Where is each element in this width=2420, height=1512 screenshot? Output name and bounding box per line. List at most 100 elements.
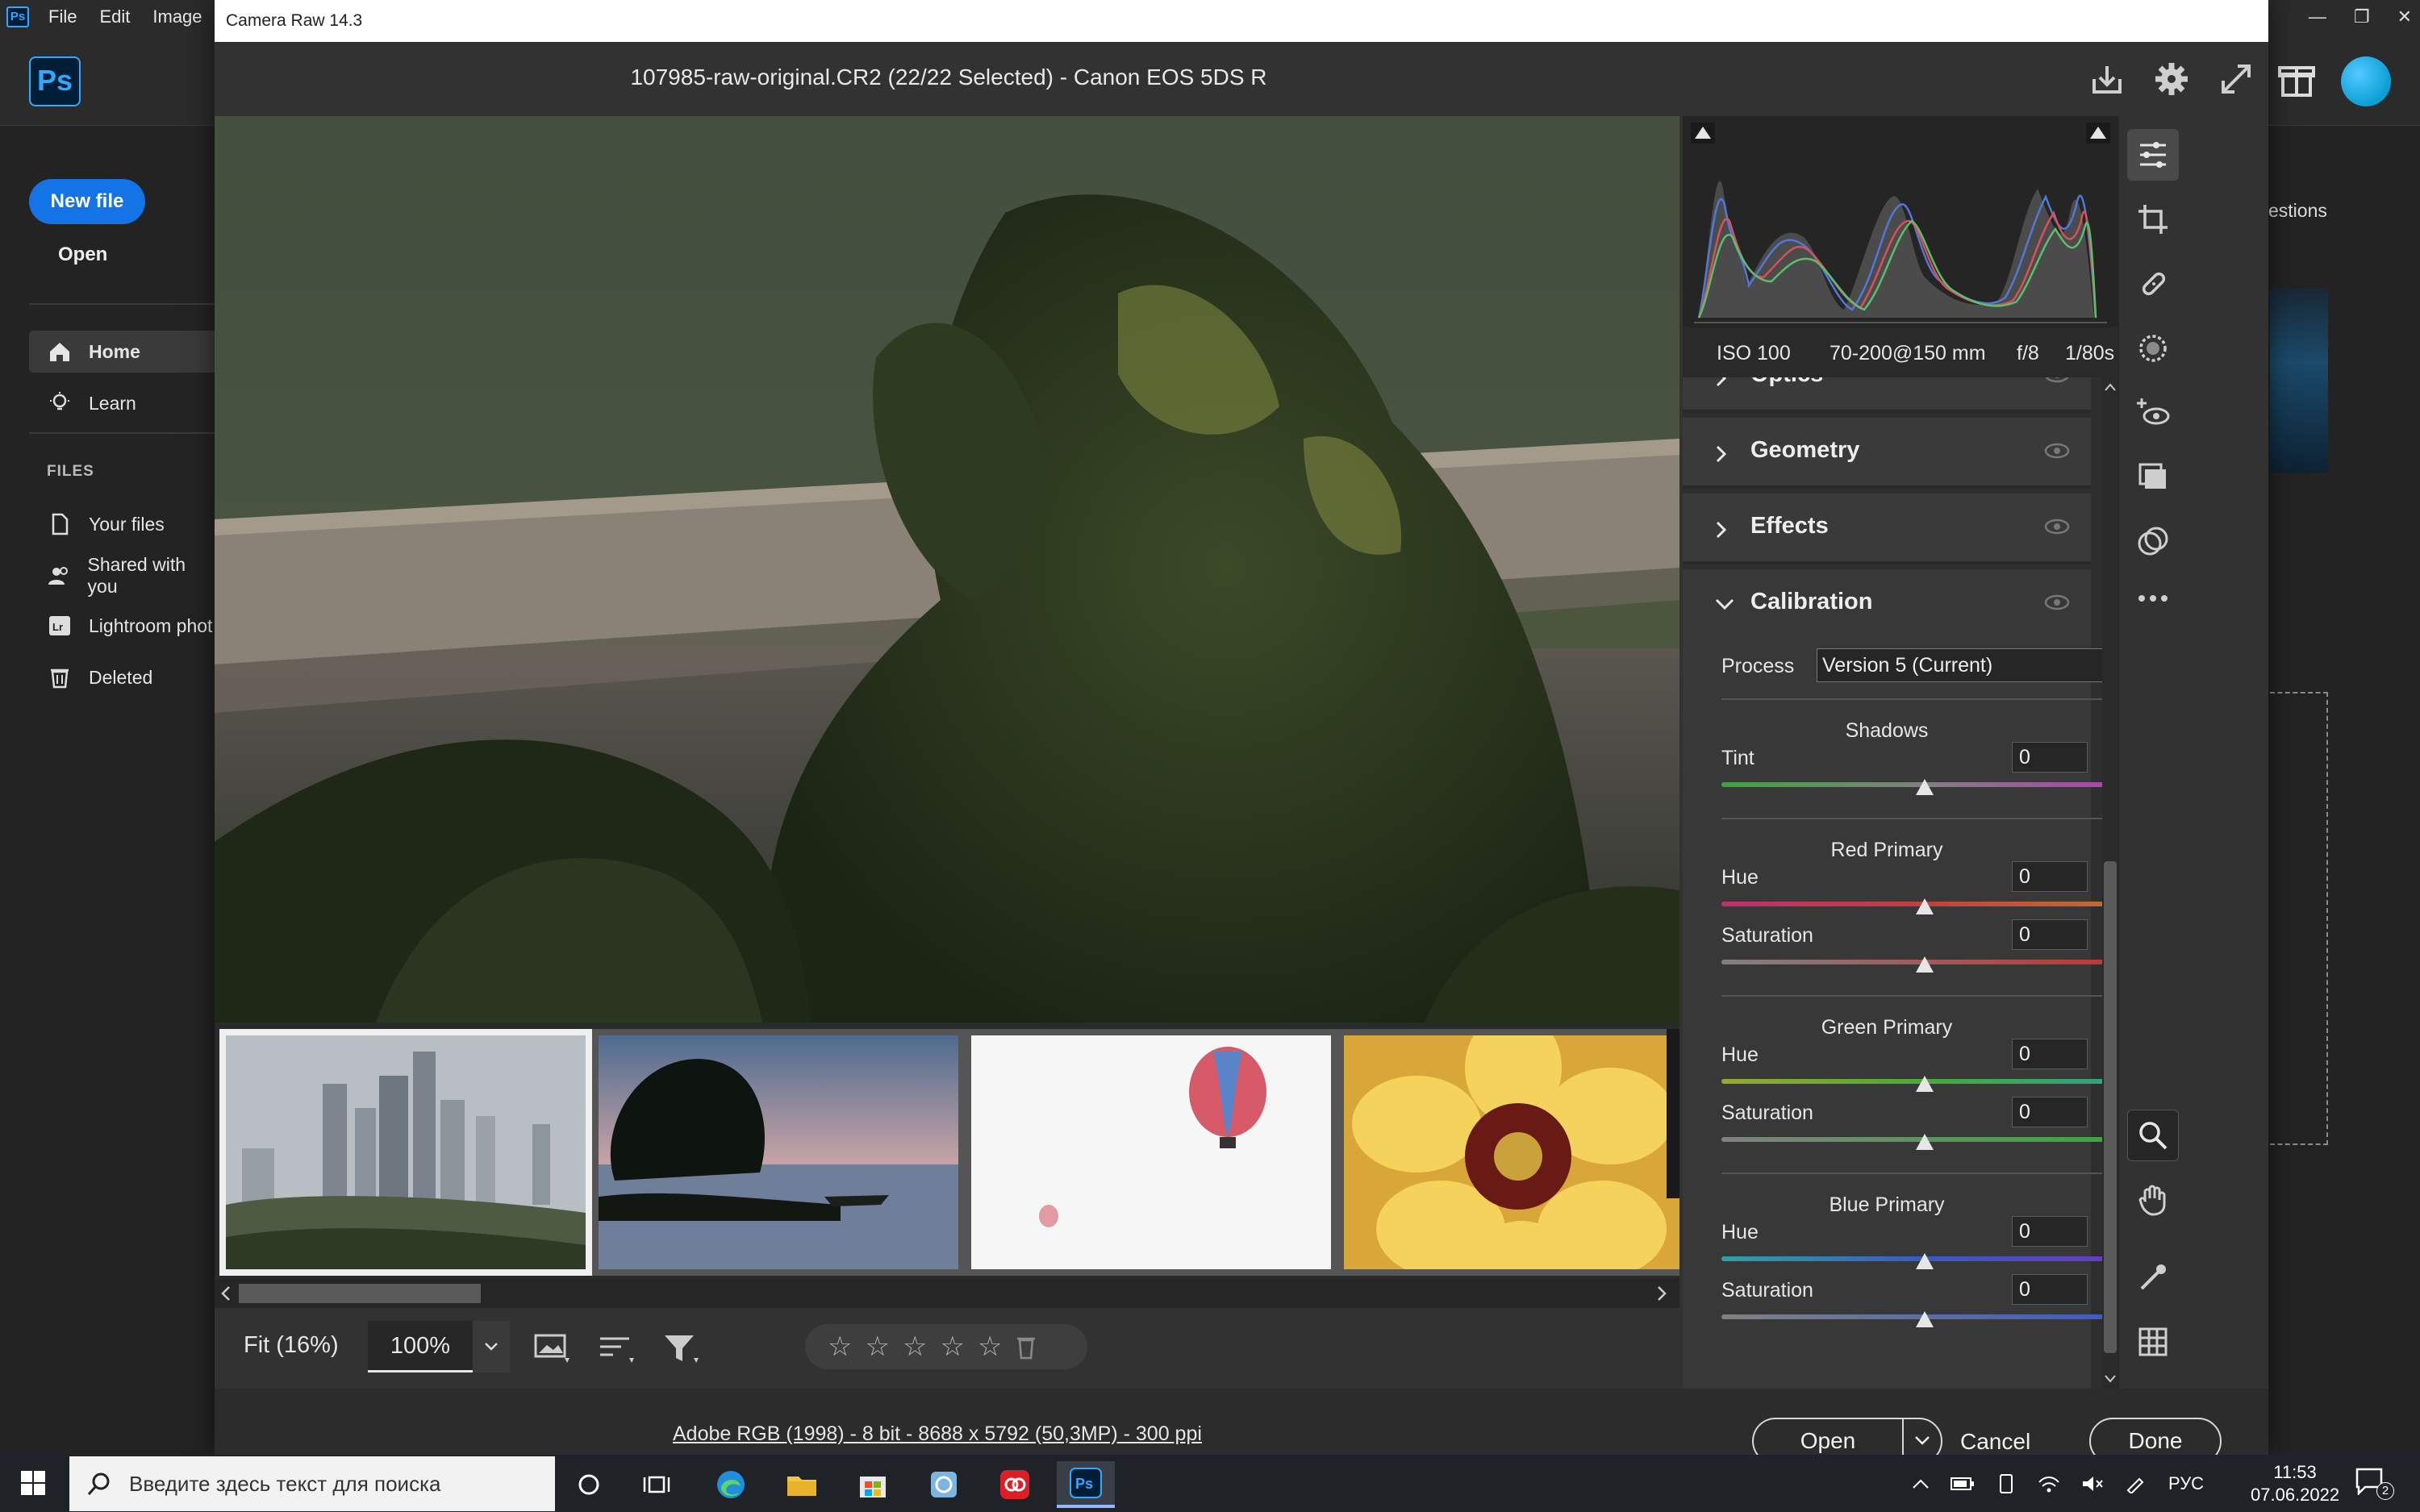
edit-panel-scrollbar[interactable] bbox=[2102, 377, 2118, 1389]
more-tools[interactable] bbox=[2127, 573, 2179, 624]
taskbar-search-box[interactable]: Введите здесь текст для поиска bbox=[69, 1456, 555, 1511]
red-hue-slider[interactable] bbox=[1721, 902, 2102, 906]
blue-saturation-slider-thumb[interactable] bbox=[1916, 1311, 1934, 1327]
chevron-right-icon[interactable] bbox=[1655, 1284, 1668, 1303]
sidebar-item-lightroom[interactable]: Lr Lightroom phot bbox=[29, 605, 215, 647]
gear-icon[interactable] bbox=[2152, 60, 2191, 98]
green-saturation-input[interactable]: 0 bbox=[2012, 1097, 2088, 1127]
red-hue-slider-thumb[interactable] bbox=[1916, 898, 1934, 914]
shadows-tint-slider-thumb[interactable] bbox=[1916, 779, 1934, 795]
red-saturation-slider-thumb[interactable] bbox=[1916, 956, 1934, 973]
shadow-clipping-icon[interactable] bbox=[1691, 123, 1715, 144]
hand-tool[interactable] bbox=[2127, 1174, 2179, 1226]
taskbar-app-edge[interactable] bbox=[702, 1461, 760, 1508]
healing-tool[interactable] bbox=[2127, 258, 2179, 310]
blue-saturation-input[interactable]: 0 bbox=[2012, 1274, 2088, 1305]
restore-icon[interactable]: ❐ bbox=[2354, 6, 2370, 27]
volume-muted-icon[interactable] bbox=[2081, 1474, 2104, 1493]
taskbar-app-photos[interactable] bbox=[915, 1461, 973, 1508]
green-hue-input[interactable]: 0 bbox=[2012, 1039, 2088, 1069]
cancel-button[interactable]: Cancel bbox=[1960, 1429, 2030, 1455]
section-optics[interactable]: Optics bbox=[1683, 377, 2091, 413]
sidebar-item-shared[interactable]: Shared with you bbox=[29, 554, 215, 597]
blue-saturation-slider[interactable] bbox=[1721, 1314, 2102, 1319]
filmstrip-thumbnail[interactable] bbox=[592, 1029, 965, 1276]
zoom-dropdown[interactable] bbox=[473, 1321, 510, 1372]
presets-tool[interactable] bbox=[2127, 516, 2179, 568]
sort-icon[interactable] bbox=[597, 1331, 637, 1366]
taskbar-app-store[interactable] bbox=[844, 1461, 902, 1508]
highlight-clipping-icon[interactable] bbox=[2086, 123, 2110, 144]
taskbar-clock[interactable]: 11:53 07.06.2022 bbox=[2251, 1461, 2339, 1506]
shadows-tint-slider[interactable] bbox=[1721, 782, 2102, 787]
menu-image[interactable]: Image bbox=[152, 6, 202, 27]
notifications-button[interactable]: 2 bbox=[2355, 1468, 2396, 1502]
user-avatar[interactable] bbox=[2341, 56, 2391, 106]
rating-star-2[interactable]: ☆ bbox=[865, 1331, 889, 1363]
rating-star-1[interactable]: ☆ bbox=[828, 1331, 852, 1363]
green-hue-slider[interactable] bbox=[1721, 1079, 2102, 1084]
shadows-tint-input[interactable]: 0 bbox=[2012, 742, 2088, 773]
sidebar-item-learn[interactable]: Learn bbox=[29, 382, 215, 424]
chevron-up-icon[interactable] bbox=[1912, 1478, 1930, 1489]
battery-icon[interactable] bbox=[1951, 1476, 1975, 1492]
gift-icon[interactable] bbox=[2273, 53, 2322, 110]
white-balance-tool[interactable] bbox=[2127, 1252, 2179, 1303]
section-effects[interactable]: Effects bbox=[1683, 494, 2091, 564]
filmstrip-scroll-thumb[interactable] bbox=[239, 1284, 481, 1303]
save-image-icon[interactable] bbox=[2088, 60, 2126, 98]
green-hue-slider-thumb[interactable] bbox=[1916, 1076, 1934, 1092]
eye-icon[interactable] bbox=[2044, 518, 2070, 535]
masking-tool[interactable] bbox=[2127, 323, 2179, 374]
blue-hue-slider-thumb[interactable] bbox=[1916, 1253, 1934, 1269]
task-view-button[interactable] bbox=[560, 1461, 618, 1508]
zoom-tool[interactable] bbox=[2127, 1110, 2179, 1161]
minimize-icon[interactable]: — bbox=[2309, 6, 2326, 27]
open-button[interactable]: Open bbox=[58, 244, 107, 266]
green-saturation-slider-thumb[interactable] bbox=[1916, 1134, 1934, 1150]
rating-star-3[interactable]: ☆ bbox=[903, 1331, 927, 1363]
pen-icon[interactable] bbox=[2125, 1474, 2147, 1493]
menu-edit[interactable]: Edit bbox=[99, 6, 130, 27]
workflow-options-link[interactable]: Adobe RGB (1998) - 8 bit - 8688 x 5792 (… bbox=[673, 1422, 1202, 1446]
input-language[interactable]: РУС bbox=[2168, 1473, 2204, 1494]
taskbar-app-photoshop[interactable]: Ps bbox=[1057, 1461, 1115, 1508]
timeline-button[interactable] bbox=[628, 1461, 686, 1508]
recent-file-thumbnail[interactable] bbox=[2270, 289, 2328, 473]
grid-tool[interactable] bbox=[2127, 1316, 2179, 1368]
green-saturation-slider[interactable] bbox=[1721, 1137, 2102, 1142]
rating-star-4[interactable]: ☆ bbox=[940, 1331, 964, 1363]
sidebar-item-your-files[interactable]: Your files bbox=[29, 503, 215, 545]
taskbar-app-explorer[interactable] bbox=[773, 1461, 831, 1508]
red-hue-input[interactable]: 0 bbox=[2012, 861, 2088, 892]
filmstrip-view-icon[interactable] bbox=[532, 1331, 573, 1366]
new-file-button[interactable]: New file bbox=[29, 179, 145, 224]
trash-icon[interactable] bbox=[1015, 1334, 1037, 1360]
filter-icon[interactable] bbox=[661, 1331, 702, 1366]
eye-icon[interactable] bbox=[2044, 377, 2070, 384]
filmstrip-thumbnail[interactable] bbox=[965, 1029, 1337, 1276]
process-select[interactable]: Version 5 (Current) bbox=[1817, 648, 2102, 682]
filmstrip-thumbnail[interactable] bbox=[219, 1029, 592, 1276]
section-geometry[interactable]: Geometry bbox=[1683, 418, 2091, 489]
edit-panel-scroll-thumb[interactable] bbox=[2104, 861, 2117, 1353]
sidebar-item-home[interactable]: Home bbox=[29, 331, 215, 373]
image-preview[interactable] bbox=[215, 116, 1679, 1023]
section-calibration[interactable]: Calibration bbox=[1683, 569, 2091, 640]
filmstrip-thumbnail[interactable] bbox=[1337, 1029, 1679, 1276]
chevron-down-icon[interactable] bbox=[2104, 1374, 2117, 1384]
crop-tool[interactable] bbox=[2127, 194, 2179, 245]
red-saturation-slider[interactable] bbox=[1721, 960, 2102, 964]
blue-hue-input[interactable]: 0 bbox=[2012, 1216, 2088, 1247]
edit-tool[interactable] bbox=[2127, 129, 2179, 181]
eye-icon[interactable] bbox=[2044, 442, 2070, 460]
red-saturation-input[interactable]: 0 bbox=[2012, 919, 2088, 950]
rating-star-5[interactable]: ☆ bbox=[978, 1331, 1002, 1363]
wifi-icon[interactable] bbox=[2038, 1474, 2060, 1493]
close-icon[interactable]: ✕ bbox=[2397, 6, 2412, 27]
snapshots-tool[interactable] bbox=[2127, 452, 2179, 503]
chevron-left-icon[interactable] bbox=[219, 1284, 232, 1303]
blue-hue-slider[interactable] bbox=[1721, 1256, 2102, 1261]
fullscreen-icon[interactable] bbox=[2217, 60, 2255, 98]
eye-icon[interactable] bbox=[2044, 594, 2070, 611]
